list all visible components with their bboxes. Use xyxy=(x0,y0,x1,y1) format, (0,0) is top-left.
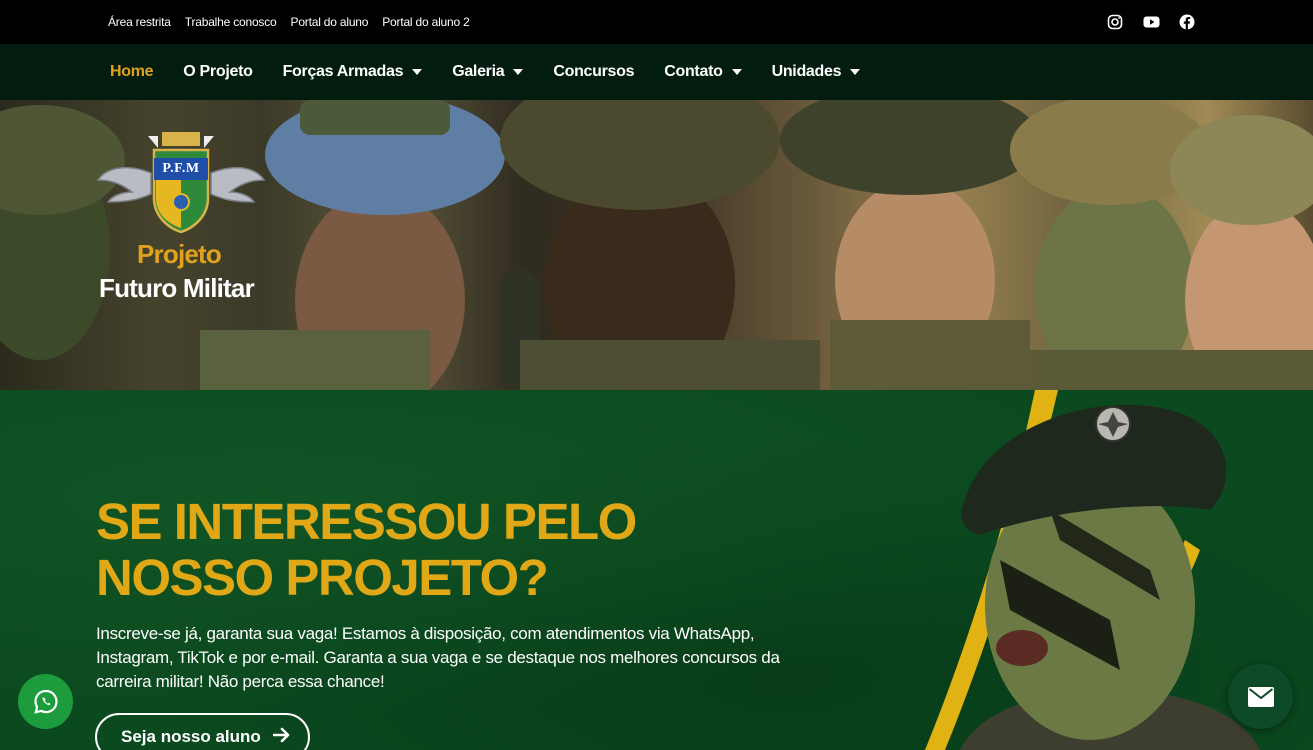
nav-o-projeto[interactable]: O Projeto xyxy=(183,63,253,81)
nav-galeria[interactable]: Galeria xyxy=(452,63,524,81)
nav-label: O Projeto xyxy=(183,63,253,80)
pfm-logo[interactable]: P.F.M xyxy=(96,128,266,238)
link-portal-do-aluno-2[interactable]: Portal do aluno 2 xyxy=(382,15,470,29)
nav-label: Home xyxy=(110,63,154,80)
seja-nosso-aluno-button[interactable]: Seja nosso aluno xyxy=(95,713,310,750)
top-bar: Área restrita Trabalhe conosco Portal do… xyxy=(0,0,1313,44)
main-nav: Home O Projeto Forças Armadas Galeria Co… xyxy=(0,44,1313,100)
nav-unidades[interactable]: Unidades xyxy=(772,63,861,81)
button-label: Seja nosso aluno xyxy=(121,727,261,746)
logo-title-projeto: Projeto xyxy=(137,239,222,269)
link-area-restrita[interactable]: Área restrita xyxy=(108,15,171,29)
social-links xyxy=(1107,14,1195,30)
whatsapp-icon xyxy=(33,689,58,714)
nav-home[interactable]: Home xyxy=(110,63,154,81)
facebook-icon[interactable] xyxy=(1179,14,1195,30)
hero-banner: P.F.M Projeto Futuro Militar xyxy=(0,100,1313,390)
link-trabalhe-conosco[interactable]: Trabalhe conosco xyxy=(185,15,277,29)
nav-concursos[interactable]: Concursos xyxy=(553,63,634,81)
chevron-down-icon xyxy=(850,69,861,75)
logo-title-futuro-militar: Futuro Militar xyxy=(99,273,255,303)
email-button[interactable] xyxy=(1228,664,1293,729)
chevron-down-icon xyxy=(412,69,423,75)
instagram-icon[interactable] xyxy=(1107,14,1123,30)
nav-label: Galeria xyxy=(452,63,505,80)
nav-label: Concursos xyxy=(553,63,635,80)
cta-section: SE INTERESSOU PELO NOSSO PROJETO? Inscre… xyxy=(0,390,1313,750)
youtube-icon[interactable] xyxy=(1143,14,1160,30)
nav-label: Contato xyxy=(664,63,723,80)
logo-initials: P.F.M xyxy=(162,161,200,176)
link-portal-do-aluno[interactable]: Portal do aluno xyxy=(291,15,369,29)
nav-forcas-armadas[interactable]: Forças Armadas xyxy=(283,63,423,81)
nav-label: Forças Armadas xyxy=(282,63,404,80)
cta-headline: SE INTERESSOU PELO NOSSO PROJETO? xyxy=(96,493,637,606)
mail-icon xyxy=(1247,686,1274,707)
nav-items: Home O Projeto Forças Armadas Galeria Co… xyxy=(110,63,890,81)
cta-paragraph: Inscreve-se já, garanta sua vaga! Estamo… xyxy=(96,624,780,691)
chevron-down-icon xyxy=(513,69,524,75)
nav-contato[interactable]: Contato xyxy=(664,63,742,81)
chevron-down-icon xyxy=(731,69,742,75)
arrow-right-icon xyxy=(272,726,291,749)
top-links: Área restrita Trabalhe conosco Portal do… xyxy=(108,15,470,29)
nav-label: Unidades xyxy=(771,63,842,80)
whatsapp-button[interactable] xyxy=(18,674,73,729)
